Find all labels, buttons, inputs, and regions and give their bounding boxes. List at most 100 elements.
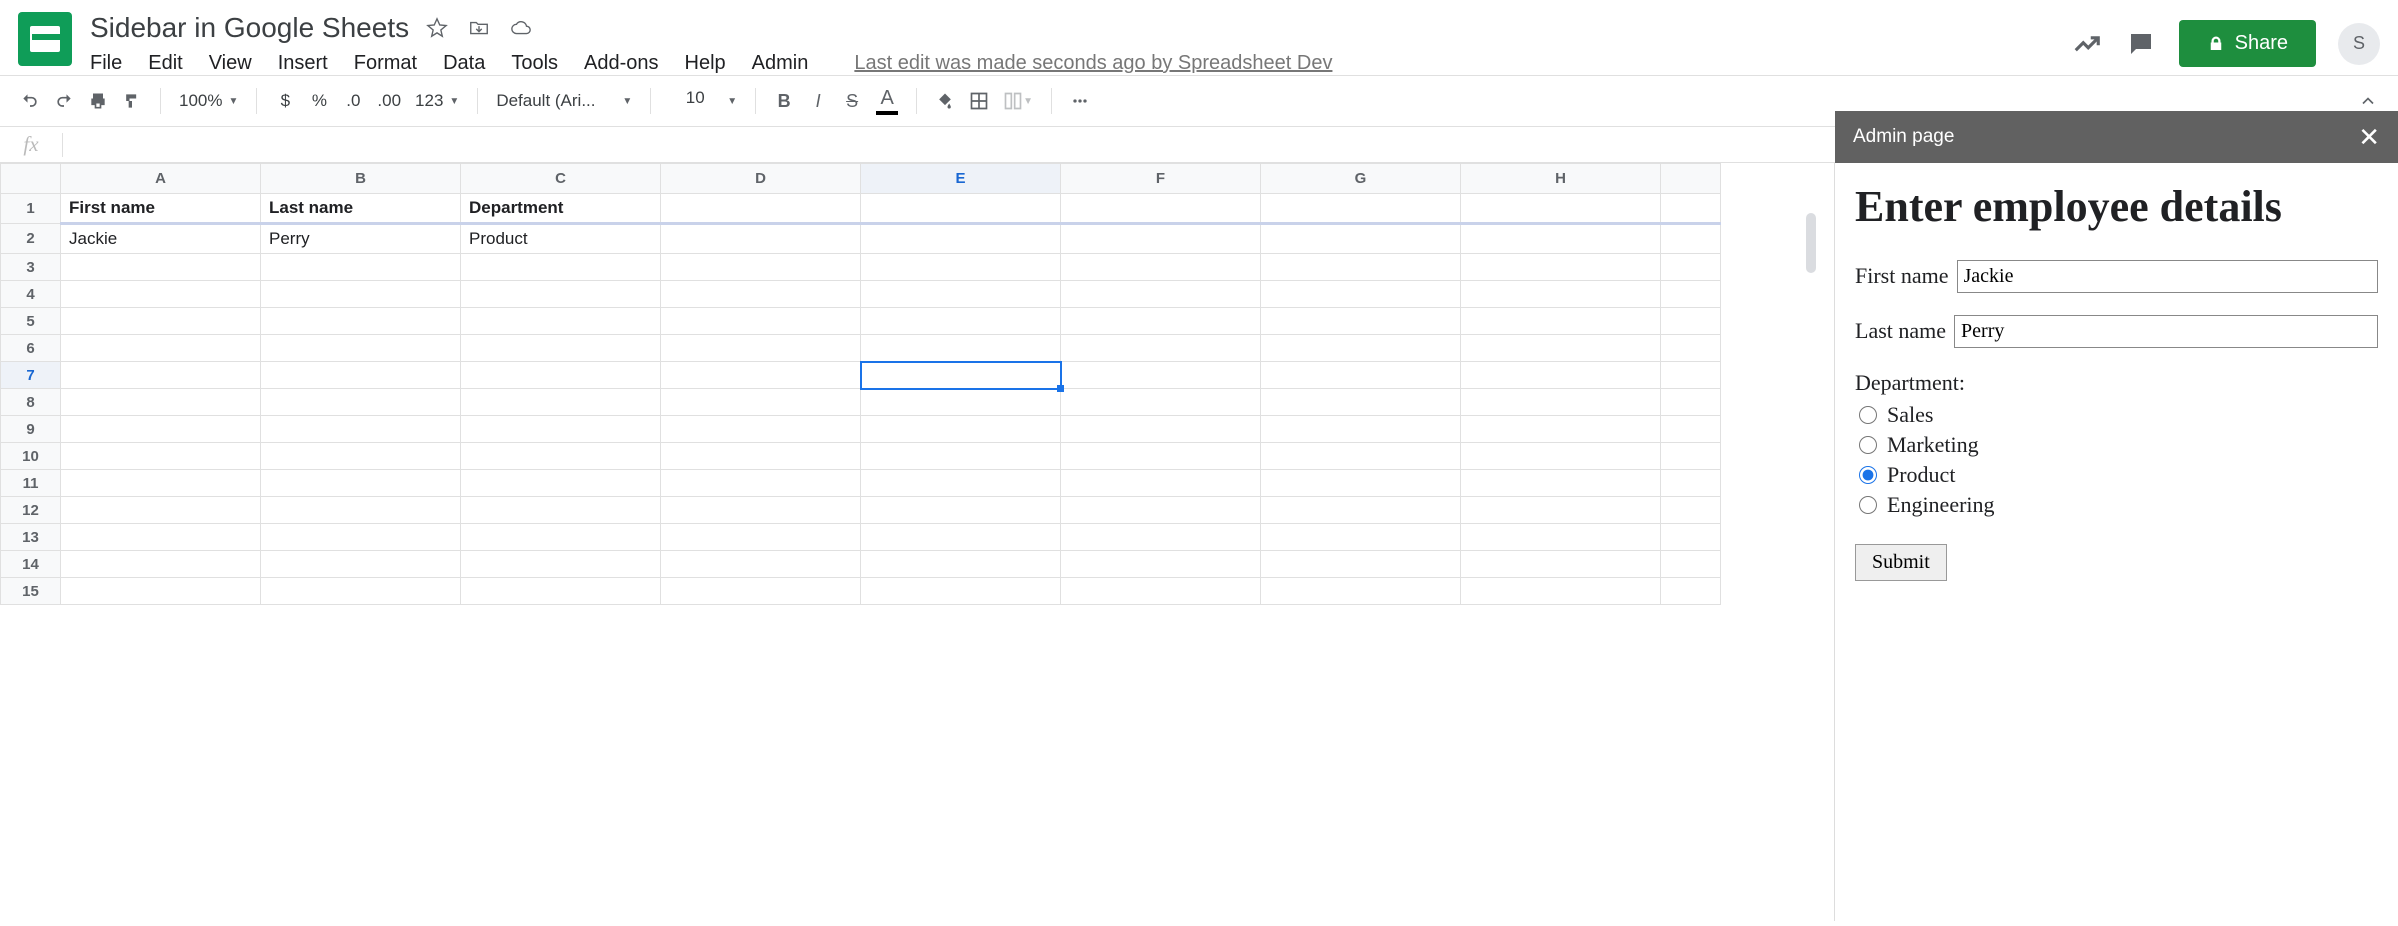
cell-B3[interactable] bbox=[261, 254, 461, 281]
cell-B14[interactable] bbox=[261, 551, 461, 578]
cloud-status-icon[interactable] bbox=[507, 14, 535, 42]
cell-E7[interactable] bbox=[861, 362, 1061, 389]
cell-C8[interactable] bbox=[461, 389, 661, 416]
menu-view[interactable]: View bbox=[209, 52, 252, 75]
borders-button[interactable] bbox=[963, 83, 995, 119]
row-header-11[interactable]: 11 bbox=[1, 470, 61, 497]
cell-A6[interactable] bbox=[61, 335, 261, 362]
cell-A3[interactable] bbox=[61, 254, 261, 281]
print-button[interactable] bbox=[82, 83, 114, 119]
cell-F1[interactable] bbox=[1061, 194, 1261, 224]
cell-F10[interactable] bbox=[1061, 443, 1261, 470]
cell-D1[interactable] bbox=[661, 194, 861, 224]
cell-C6[interactable] bbox=[461, 335, 661, 362]
cell-H15[interactable] bbox=[1461, 578, 1661, 605]
cell-F12[interactable] bbox=[1061, 497, 1261, 524]
cell-B7[interactable] bbox=[261, 362, 461, 389]
department-radio-engineering[interactable] bbox=[1859, 496, 1877, 514]
cell-A11[interactable] bbox=[61, 470, 261, 497]
cell-D15[interactable] bbox=[661, 578, 861, 605]
menu-help[interactable]: Help bbox=[685, 52, 726, 75]
font-size-select[interactable]: 10▼ bbox=[663, 83, 743, 119]
cell-E13[interactable] bbox=[861, 524, 1061, 551]
row-header-7[interactable]: 7 bbox=[1, 362, 61, 389]
cell-G8[interactable] bbox=[1261, 389, 1461, 416]
redo-button[interactable] bbox=[48, 83, 80, 119]
percent-button[interactable]: % bbox=[303, 83, 335, 119]
last-name-input[interactable] bbox=[1954, 315, 2378, 348]
cell-A14[interactable] bbox=[61, 551, 261, 578]
cell-F4[interactable] bbox=[1061, 281, 1261, 308]
move-folder-icon[interactable] bbox=[465, 14, 493, 42]
cell-A7[interactable] bbox=[61, 362, 261, 389]
menu-addons[interactable]: Add-ons bbox=[584, 52, 659, 75]
cell-D3[interactable] bbox=[661, 254, 861, 281]
cell-G7[interactable] bbox=[1261, 362, 1461, 389]
column-header-C[interactable]: C bbox=[461, 164, 661, 194]
cell-F14[interactable] bbox=[1061, 551, 1261, 578]
cell-C5[interactable] bbox=[461, 308, 661, 335]
cell-C1[interactable]: Department bbox=[461, 194, 661, 224]
comments-icon[interactable] bbox=[2125, 28, 2157, 60]
merge-cells-button[interactable]: ▼ bbox=[997, 83, 1039, 119]
cell-C9[interactable] bbox=[461, 416, 661, 443]
zoom-select[interactable]: 100%▼ bbox=[173, 83, 244, 119]
fill-color-button[interactable] bbox=[929, 83, 961, 119]
row-header-8[interactable]: 8 bbox=[1, 389, 61, 416]
cell-E9[interactable] bbox=[861, 416, 1061, 443]
menu-edit[interactable]: Edit bbox=[148, 52, 182, 75]
cell-E3[interactable] bbox=[861, 254, 1061, 281]
cell-H10[interactable] bbox=[1461, 443, 1661, 470]
cell-C12[interactable] bbox=[461, 497, 661, 524]
cell-A8[interactable] bbox=[61, 389, 261, 416]
text-color-button[interactable]: A bbox=[870, 83, 904, 119]
cell-G10[interactable] bbox=[1261, 443, 1461, 470]
cell-G6[interactable] bbox=[1261, 335, 1461, 362]
cell-A9[interactable] bbox=[61, 416, 261, 443]
cell-A15[interactable] bbox=[61, 578, 261, 605]
spreadsheet-grid[interactable]: ABCDEFGH1First nameLast nameDepartment2J… bbox=[0, 163, 1721, 605]
cell-H5[interactable] bbox=[1461, 308, 1661, 335]
cell-C3[interactable] bbox=[461, 254, 661, 281]
cell-A5[interactable] bbox=[61, 308, 261, 335]
sheets-icon[interactable] bbox=[18, 12, 72, 66]
column-header-B[interactable]: B bbox=[261, 164, 461, 194]
column-header-F[interactable]: F bbox=[1061, 164, 1261, 194]
more-tools-button[interactable] bbox=[1064, 83, 1096, 119]
cell-E12[interactable] bbox=[861, 497, 1061, 524]
cell-F3[interactable] bbox=[1061, 254, 1261, 281]
department-option-engineering[interactable]: Engineering bbox=[1859, 492, 2378, 518]
trend-icon[interactable] bbox=[2071, 28, 2103, 60]
row-header-12[interactable]: 12 bbox=[1, 497, 61, 524]
cell-B15[interactable] bbox=[261, 578, 461, 605]
cell-A1[interactable]: First name bbox=[61, 194, 261, 224]
row-header-14[interactable]: 14 bbox=[1, 551, 61, 578]
cell-E6[interactable] bbox=[861, 335, 1061, 362]
cell-F13[interactable] bbox=[1061, 524, 1261, 551]
column-header-G[interactable]: G bbox=[1261, 164, 1461, 194]
cell-E11[interactable] bbox=[861, 470, 1061, 497]
undo-button[interactable] bbox=[14, 83, 46, 119]
cell-B2[interactable]: Perry bbox=[261, 224, 461, 254]
cell-E5[interactable] bbox=[861, 308, 1061, 335]
row-header-2[interactable]: 2 bbox=[1, 224, 61, 254]
menu-file[interactable]: File bbox=[90, 52, 122, 75]
cell-D13[interactable] bbox=[661, 524, 861, 551]
cell-H6[interactable] bbox=[1461, 335, 1661, 362]
last-edit-link[interactable]: Last edit was made seconds ago by Spread… bbox=[854, 52, 1332, 75]
currency-button[interactable]: $ bbox=[269, 83, 301, 119]
cell-B5[interactable] bbox=[261, 308, 461, 335]
submit-button[interactable]: Submit bbox=[1855, 544, 1947, 581]
first-name-input[interactable] bbox=[1957, 260, 2379, 293]
cell-H7[interactable] bbox=[1461, 362, 1661, 389]
cell-G5[interactable] bbox=[1261, 308, 1461, 335]
department-option-marketing[interactable]: Marketing bbox=[1859, 432, 2378, 458]
menu-admin[interactable]: Admin bbox=[752, 52, 809, 75]
cell-D11[interactable] bbox=[661, 470, 861, 497]
font-family-select[interactable]: Default (Ari...▼ bbox=[490, 83, 638, 119]
cell-G3[interactable] bbox=[1261, 254, 1461, 281]
decrease-decimal-button[interactable]: .0 bbox=[337, 83, 369, 119]
cell-H1[interactable] bbox=[1461, 194, 1661, 224]
sidebar-close-button[interactable]: ✕ bbox=[2358, 122, 2380, 153]
cell-A12[interactable] bbox=[61, 497, 261, 524]
